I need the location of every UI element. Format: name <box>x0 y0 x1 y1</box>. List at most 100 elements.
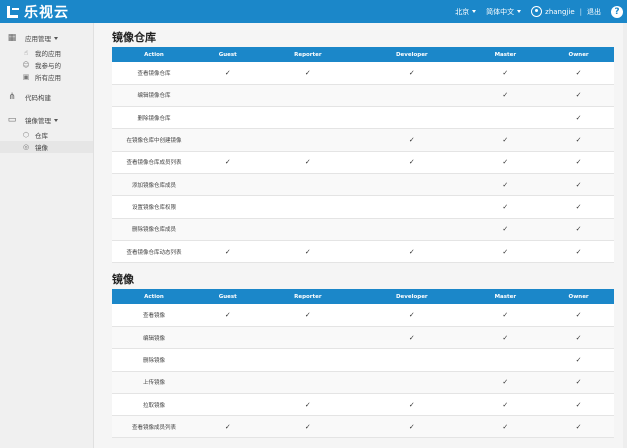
permission-cell: ✓ <box>543 371 614 393</box>
letv-logo-icon <box>6 5 20 19</box>
column-header: Master <box>494 293 517 300</box>
check-icon: ✓ <box>575 311 582 320</box>
permission-cell: ✓ <box>356 151 467 173</box>
permission-cell <box>260 371 357 393</box>
sidebar-group-app-mgmt[interactable]: ▦ 应用管理 <box>0 29 93 47</box>
action-cell: 在镜像仓库中创建镜像 <box>126 138 182 145</box>
sidebar-item-label: 所有应用 <box>35 74 61 82</box>
permission-cell: ✓ <box>467 326 543 348</box>
permission-cell: ✓ <box>260 151 357 173</box>
username: zhangjie <box>545 7 575 16</box>
permission-cell: ✓ <box>356 240 467 262</box>
sidebar-item-repository[interactable]: ⬡ 仓库 <box>0 129 93 141</box>
permission-cell: ✓ <box>543 349 614 371</box>
permission-cell: ✓ <box>543 393 614 415</box>
table-row: 删除镜像仓库成员 ✓ ✓ <box>112 218 614 241</box>
sidebar-item-label: 我的应用 <box>35 50 61 58</box>
sidebar-item-all-apps[interactable]: ▣ 所有应用 <box>0 71 93 83</box>
check-icon: ✓ <box>575 113 582 122</box>
permission-cell: ✓ <box>543 218 614 240</box>
chevron-down-icon <box>54 118 58 122</box>
permission-cell: ✓ <box>543 416 614 438</box>
permission-cell <box>260 326 357 348</box>
permission-cell: ✓ <box>543 151 614 173</box>
permission-cell: ✓ <box>260 240 357 262</box>
permission-cell: ✓ <box>543 62 614 84</box>
check-icon: ✓ <box>575 422 582 431</box>
check-icon: ✓ <box>575 355 582 364</box>
permission-cell: ✓ <box>467 196 543 218</box>
check-icon: ✓ <box>575 400 582 409</box>
check-icon: ✓ <box>408 422 415 431</box>
brand-logo[interactable]: 乐视云 <box>0 0 69 23</box>
permission-cell <box>356 107 467 129</box>
column-header: Guest <box>218 293 237 300</box>
permission-cell: ✓ <box>467 151 543 173</box>
sidebar-item-my-apps[interactable]: ☝ 我的应用 <box>0 47 93 59</box>
region-select[interactable]: 北京 <box>455 7 477 17</box>
permission-cell: ✓ <box>543 107 614 129</box>
table-row: 添加镜像仓库成员 ✓ ✓ <box>112 173 614 196</box>
permission-cell <box>356 84 467 106</box>
permission-cell <box>260 173 357 195</box>
check-icon: ✓ <box>575 68 582 77</box>
column-header: Developer <box>395 51 428 58</box>
action-cell: 编辑镜像 <box>142 335 165 342</box>
column-header: Owner <box>568 293 589 300</box>
permission-cell <box>260 196 357 218</box>
permission-cell: ✓ <box>196 151 260 173</box>
check-icon: ✓ <box>575 202 582 211</box>
column-header: Guest <box>218 51 237 58</box>
column-header: Master <box>494 51 517 58</box>
permission-cell: ✓ <box>543 304 614 326</box>
permission-cell <box>260 107 357 129</box>
hand-icon: ☝ <box>23 49 29 57</box>
user-group-icon: ☺ <box>22 61 30 69</box>
permission-cell: ✓ <box>543 326 614 348</box>
sidebar-group-code-build[interactable]: ⋔ 代码构建 <box>0 88 93 106</box>
check-icon: ✓ <box>575 247 582 256</box>
check-icon: ✓ <box>575 333 582 342</box>
eye-icon: ◎ <box>22 143 30 151</box>
permission-cell: ✓ <box>467 416 543 438</box>
help-icon[interactable]: ? <box>611 5 623 18</box>
check-icon: ✓ <box>408 333 415 342</box>
sidebar-item-image[interactable]: ◎ 镜像 <box>0 141 93 153</box>
sidebar-group-image-mgmt[interactable]: ▭ 镜像管理 <box>0 111 93 129</box>
grid-icon: ▦ <box>7 33 17 43</box>
sidebar-item-joined-apps[interactable]: ☺ 我参与的 <box>0 59 93 71</box>
table-row: 编辑镜像仓库 ✓ ✓ <box>112 84 614 107</box>
check-icon: ✓ <box>502 158 509 167</box>
logout-link[interactable]: 退出 <box>587 7 601 17</box>
permission-cell: ✓ <box>543 129 614 151</box>
sidebar-group-label: 代码构建 <box>25 94 51 102</box>
permission-cell <box>196 196 260 218</box>
check-icon: ✓ <box>502 422 509 431</box>
user-menu[interactable]: zhangjie | 退出 <box>531 6 601 17</box>
check-icon: ✓ <box>408 311 415 320</box>
permission-cell <box>196 393 260 415</box>
image-permissions-table: Action Guest Reporter Developer Master Owner … <box>112 289 614 439</box>
action-cell: 添加镜像仓库成员 <box>131 182 176 189</box>
brand-name: 乐视云 <box>24 4 69 21</box>
check-icon: ✓ <box>304 68 311 77</box>
permission-cell <box>260 218 357 240</box>
table-row: 设置镜像仓库权限 ✓ ✓ <box>112 196 614 219</box>
action-cell: 编辑镜像仓库 <box>137 93 171 100</box>
check-icon: ✓ <box>575 180 582 189</box>
permission-cell <box>356 371 467 393</box>
check-icon: ✓ <box>575 378 582 387</box>
sidebar-item-label: 仓库 <box>35 132 48 140</box>
permission-cell: ✓ <box>543 84 614 106</box>
table-row: 查看镜像成员列表 ✓ ✓ ✓ ✓ ✓ <box>112 415 614 438</box>
column-header: Owner <box>568 51 589 58</box>
action-cell: 查看镜像仓库成员列表 <box>126 160 182 167</box>
permission-cell: ✓ <box>196 62 260 84</box>
permission-cell: ✓ <box>356 326 467 348</box>
permission-cell: ✓ <box>356 304 467 326</box>
permission-cell <box>260 129 357 151</box>
check-icon: ✓ <box>502 247 509 256</box>
language-select[interactable]: 简体中文 <box>486 7 522 17</box>
permission-cell <box>260 84 357 106</box>
scrollbar[interactable] <box>623 23 627 448</box>
